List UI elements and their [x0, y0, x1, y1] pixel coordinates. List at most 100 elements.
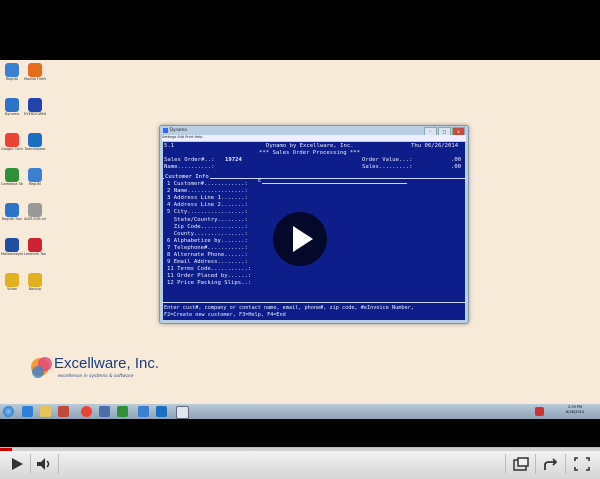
popout-icon — [513, 457, 529, 471]
customer-field-label: 2 Name.................: — [167, 188, 248, 195]
customer-field-label: 9 Email Address........: — [167, 259, 248, 266]
version-label: 5.1 — [164, 143, 175, 149]
video-letterbox-top — [0, 0, 600, 60]
desktop-icon[interactable]: Dynamo — [1, 98, 23, 116]
popout-button[interactable] — [512, 456, 530, 472]
desktop-icon-label: Dynamo — [4, 112, 20, 116]
start-button[interactable] — [3, 406, 14, 417]
control-separator — [30, 454, 31, 474]
desktop-app-icon — [28, 273, 42, 287]
desktop-icon-label: RegUtil — [5, 77, 19, 81]
customer-field-label: 6 Alphabetize by.......: — [167, 237, 248, 244]
help-divider — [163, 302, 465, 303]
remote-taskbar-icon[interactable] — [99, 406, 110, 417]
desktop-icon[interactable]: RegUtil — [1, 63, 23, 81]
ie-taskbar-icon[interactable] — [22, 406, 33, 417]
video-letterbox-bottom — [0, 419, 600, 447]
customer-field-label: 5 City.................: — [167, 209, 248, 216]
order-value: .00 — [451, 157, 462, 163]
console-taskbar-icon[interactable] — [176, 406, 189, 419]
window-title: Dynamo — [170, 127, 187, 132]
customer-field-label: 8 Alternate Phone......: — [167, 252, 248, 258]
customer-info-title: Customer Info — [164, 174, 210, 181]
customer-field-label: 11 Order Placed by......: — [167, 273, 252, 280]
control-separator — [535, 454, 536, 474]
customer-input-underline — [262, 183, 407, 184]
volume-button[interactable] — [35, 456, 53, 472]
customer-field-label: State/Country........: — [167, 216, 248, 223]
desktop-app-icon — [5, 203, 19, 217]
customer-field-label: 12 Price Packing Slips..: — [167, 280, 252, 287]
desktop-icon[interactable]: EVERDOWNLOAD — [24, 98, 46, 116]
fullscreen-button[interactable] — [573, 456, 591, 472]
date-label: Thu 06/26/2014 — [411, 143, 459, 149]
excellware-logo: Excellware, Inc. excellence in systems &… — [28, 352, 178, 388]
dynamo-taskbar-icon[interactable] — [138, 406, 149, 417]
sales-order-value: 19724 — [225, 157, 242, 163]
logo-text: Excellware, Inc. — [54, 355, 160, 372]
desktop-app-icon — [5, 273, 19, 287]
desktop-icon[interactable]: Google Chrome — [1, 133, 23, 151]
play-icon — [12, 458, 23, 470]
share-button[interactable] — [542, 456, 560, 472]
app-icon — [163, 128, 168, 133]
fullscreen-icon — [574, 457, 590, 471]
desktop-app-icon — [5, 238, 19, 252]
desktop-icon[interactable]: Mozilla Firefox — [24, 63, 46, 81]
progress-fill — [0, 448, 12, 451]
camtasia-taskbar-icon[interactable] — [117, 406, 128, 417]
video-player-controls — [0, 447, 600, 479]
sales-label: Sales.........: — [362, 164, 413, 170]
desktop-icon[interactable]: TeamViewer — [24, 133, 46, 151]
desktop-icon-label: RegUtil — [28, 182, 42, 186]
desktop-icon-label: TeamViewer — [24, 147, 46, 151]
chrome-taskbar-icon[interactable] — [81, 406, 92, 417]
help-line-2: F2=Create new customer, F3=Help, F4=End — [164, 312, 286, 318]
module-title: *** Sales Order Processing *** — [259, 150, 361, 156]
desktop-icon[interactable]: ADM.SOft.ini — [24, 203, 46, 221]
desktop-icon-label: Camtasia Studio 8 — [1, 182, 23, 186]
desktop-icon[interactable]: Camtasia Studio 8 — [1, 168, 23, 186]
tray-icon[interactable] — [535, 407, 544, 416]
sales-order-label: Sales Order#..: — [164, 157, 215, 163]
desktop-icon[interactable]: Video — [1, 273, 23, 291]
desktop-app-icon — [28, 133, 42, 147]
desktop-app-icon — [5, 63, 19, 77]
customer-field-label: County...............: — [167, 230, 248, 237]
desktop-app-icon — [28, 238, 42, 252]
taskbar-clock[interactable]: 2:39 PM 6/26/2014 — [566, 405, 584, 415]
desktop-app-icon — [28, 168, 42, 182]
progress-bar[interactable] — [0, 448, 600, 451]
desktop-icon[interactable]: RegUtil Run — [1, 203, 23, 221]
desktop-app-icon — [28, 98, 42, 112]
desktop-icon[interactable]: Malwarebytes — [1, 238, 23, 256]
desktop-icon-label: ADM.SOft.ini — [24, 217, 46, 221]
desktop-icon-label: Malwarebytes — [1, 252, 23, 256]
window-titlebar[interactable]: Dynamo – □ x — [160, 126, 468, 136]
help-line-1: Enter cust#, company or contact name, em… — [164, 305, 414, 311]
customer-field-label: 11 Terms Code...........: — [167, 266, 252, 273]
play-overlay-button[interactable] — [273, 212, 327, 266]
volume-icon — [37, 458, 50, 470]
desktop-icon-label: RegUtil Run — [1, 217, 23, 221]
explorer-taskbar-icon[interactable] — [40, 406, 51, 417]
desktop-icon[interactable]: Backup — [24, 273, 46, 291]
customer-input[interactable]: E — [258, 178, 261, 185]
desktop-app-icon — [5, 133, 19, 147]
menu-bar[interactable]: Settings Edit Print Help — [162, 135, 466, 141]
teamviewer-taskbar-icon[interactable] — [156, 406, 167, 417]
share-arrow-icon — [544, 458, 558, 470]
media-taskbar-icon[interactable] — [58, 406, 69, 417]
desktop-icon-label: EVERDOWNLOAD — [24, 112, 46, 116]
desktop-icon-label: Google Chrome — [1, 147, 23, 151]
sales-value: .00 — [451, 164, 462, 170]
desktop-icon[interactable]: RegUtil — [24, 168, 46, 186]
control-separator — [565, 454, 566, 474]
desktop-icon[interactable]: Lexmark Tools — [24, 238, 46, 256]
desktop-app-icon — [28, 203, 42, 217]
play-pause-button[interactable] — [8, 456, 26, 472]
customer-field-label: Zip Code.............: — [167, 223, 248, 230]
desktop-app-icon — [5, 168, 19, 182]
clock-date: 6/26/2014 — [566, 410, 584, 414]
company-label: Dynamo by Excellware, Inc. — [266, 143, 354, 149]
